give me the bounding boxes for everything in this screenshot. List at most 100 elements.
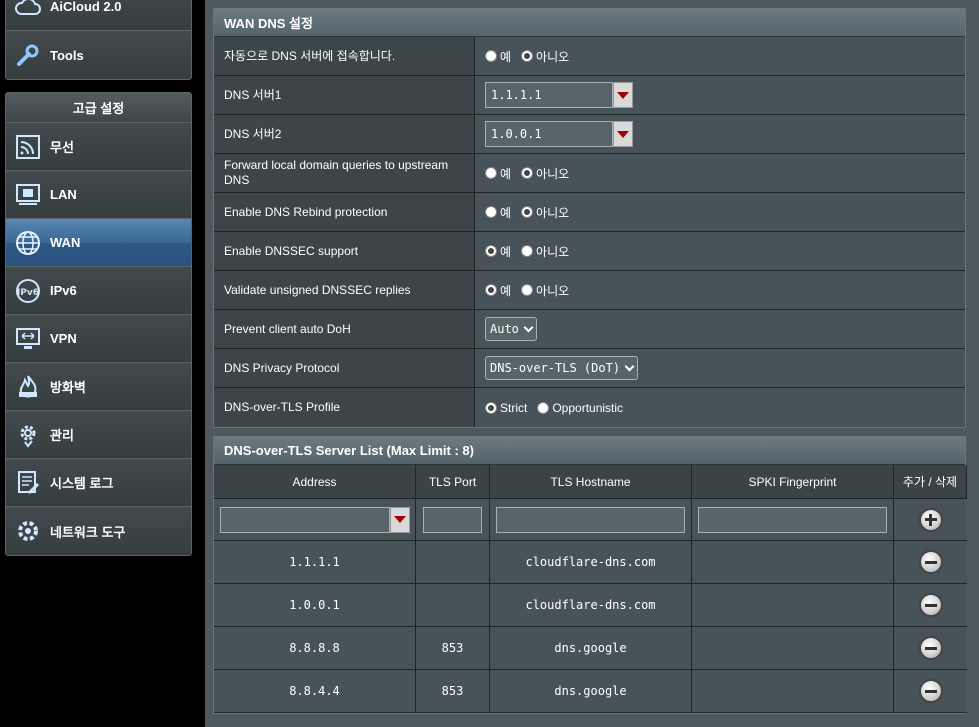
dnssec-no-radio[interactable]: 아니오 <box>521 243 569 260</box>
radio-dot <box>485 206 497 218</box>
lan-icon <box>14 181 42 209</box>
sidebar-item-firewall[interactable]: 방화벽 <box>6 363 191 411</box>
server-list-table: Address TLS Port TLS Hostname SPKI Finge… <box>214 465 967 713</box>
dns-server2-combo[interactable]: 1.0.0.1 <box>485 121 633 147</box>
dot-profile-opportunistic-radio[interactable]: Opportunistic <box>537 401 623 415</box>
dnssec-yes-radio[interactable]: 예 <box>485 243 511 260</box>
add-server-button[interactable] <box>918 507 943 532</box>
minus-icon <box>924 603 937 607</box>
sidebar-item-tools[interactable]: Tools <box>6 31 191 79</box>
row-label: 자동으로 DNS 서버에 접속합니다. <box>214 37 475 75</box>
port-cell: 853 <box>416 627 490 670</box>
validate-unsigned-no-radio[interactable]: 아니오 <box>521 282 569 299</box>
dns-server1-row: DNS 서버1 1.1.1.1 <box>214 76 965 115</box>
triangle-down-icon <box>393 516 406 523</box>
minus-icon <box>924 560 937 564</box>
svg-text:IPv6: IPv6 <box>17 288 39 298</box>
sidebar-item-network-tools[interactable]: 네트워크 도구 <box>6 507 191 555</box>
new-address-combo[interactable] <box>219 506 410 533</box>
select-value: Auto <box>490 322 519 336</box>
radio-label: 예 <box>500 244 512 259</box>
dot-profile-row: DNS-over-TLS Profile Strict Opportunisti… <box>214 388 965 427</box>
hostname-cell: cloudflare-dns.com <box>490 541 692 584</box>
new-tls-hostname-input[interactable] <box>496 506 685 533</box>
dnssec-row: Enable DNSSEC support 예 아니오 <box>214 232 965 271</box>
add-cell <box>894 499 967 541</box>
column-header-tls-port: TLS Port <box>416 465 490 499</box>
delete-server-button[interactable] <box>918 679 943 703</box>
radio-dot <box>521 206 534 218</box>
delete-cell <box>894 670 967 713</box>
dns-server2-input[interactable]: 1.0.0.1 <box>485 121 613 147</box>
privacy-protocol-select[interactable]: DNS-over-TLS (DoT) <box>485 356 639 380</box>
sidebar-item-wan[interactable]: WAN <box>6 219 191 267</box>
radio-dot <box>537 401 550 414</box>
address-cell: 1.1.1.1 <box>214 541 416 584</box>
rebind-row: Enable DNS Rebind protection 예 아니오 <box>214 193 965 232</box>
rebind-yes-radio[interactable]: 예 <box>485 204 511 221</box>
delete-cell <box>894 541 967 584</box>
network-tools-icon <box>14 517 42 545</box>
spki-cell <box>692 584 894 627</box>
hostname-cell: dns.google <box>490 670 692 713</box>
new-spki-fingerprint-input[interactable] <box>698 506 887 533</box>
validate-unsigned-row: Validate unsigned DNSSEC replies 예 아니오 <box>214 271 965 310</box>
new-tls-port-input[interactable] <box>423 506 482 533</box>
select-value: DNS-over-TLS (DoT) <box>490 361 621 375</box>
dns-server2-dropdown-button[interactable] <box>613 121 633 147</box>
auto-dns-no-radio[interactable]: 아니오 <box>521 48 569 65</box>
new-address-input[interactable] <box>219 506 390 533</box>
new-address-dropdown-button[interactable] <box>389 506 410 533</box>
radio-label: 아니오 <box>536 205 570 220</box>
row-label: Forward local domain queries to upstream… <box>214 154 475 192</box>
card-title: DNS-over-TLS Server List (Max Limit : 8) <box>214 437 965 465</box>
sidebar-item-aicloud[interactable]: AiCloud 2.0 <box>6 0 191 31</box>
auto-dns-yes-radio[interactable]: 예 <box>485 48 511 65</box>
delete-server-button[interactable] <box>918 593 943 617</box>
privacy-protocol-row: DNS Privacy Protocol DNS-over-TLS (DoT) <box>214 349 965 388</box>
chevron-down-icon <box>523 322 534 332</box>
dns-server1-combo[interactable]: 1.1.1.1 <box>485 82 633 108</box>
sidebar-item-label: 네트워크 도구 <box>50 524 126 540</box>
rebind-no-radio[interactable]: 아니오 <box>521 204 569 221</box>
radio-label: 예 <box>500 49 512 64</box>
spki-cell <box>692 541 894 584</box>
radio-label: Opportunistic <box>552 400 624 415</box>
forward-local-no-radio[interactable]: 아니오 <box>521 165 569 182</box>
wan-dns-settings-card: WAN DNS 설정 자동으로 DNS 서버에 접속합니다. 예 아니오 DNS… <box>213 8 966 428</box>
dot-profile-strict-radio[interactable]: Strict <box>485 401 527 415</box>
sidebar-item-label: Tools <box>50 47 84 63</box>
forward-local-yes-radio[interactable]: 예 <box>485 165 511 182</box>
delete-server-button[interactable] <box>918 550 943 574</box>
port-cell <box>416 584 490 627</box>
radio-label: 예 <box>500 166 512 181</box>
radio-dot <box>485 50 497 62</box>
radio-label: 예 <box>500 283 512 298</box>
sidebar-item-label: VPN <box>50 331 77 346</box>
vpn-icon <box>14 325 42 353</box>
sidebar-item-ipv6[interactable]: IPv6 IPv6 <box>6 267 191 315</box>
sidebar-item-vpn[interactable]: VPN <box>6 315 191 363</box>
delete-server-button[interactable] <box>918 636 943 660</box>
minus-icon <box>924 689 937 693</box>
row-label: DNS-over-TLS Profile <box>214 388 475 427</box>
sidebar-item-lan[interactable]: LAN <box>6 171 191 219</box>
row-label: DNS 서버1 <box>214 76 475 114</box>
sidebar-item-admin[interactable]: 관리 <box>6 411 191 459</box>
validate-unsigned-yes-radio[interactable]: 예 <box>485 282 511 299</box>
dns-server1-input[interactable]: 1.1.1.1 <box>485 82 613 108</box>
radio-label: 아니오 <box>536 244 570 259</box>
dns-server1-dropdown-button[interactable] <box>613 82 633 108</box>
sidebar-item-system-log[interactable]: 시스템 로그 <box>6 459 191 507</box>
wireless-icon <box>14 133 42 161</box>
minus-icon <box>924 646 937 650</box>
row-label: Enable DNS Rebind protection <box>214 193 475 231</box>
sidebar-advanced-menu: 고급 설정 무선 LAN WAN IPv6 IPv6 VPN 방화벽 관리 시스… <box>5 92 192 556</box>
client-doh-select[interactable]: Auto <box>485 317 537 341</box>
column-header-add-delete: 추가 / 삭제 <box>894 465 967 499</box>
delete-cell <box>894 584 967 627</box>
delete-cell <box>894 627 967 670</box>
sidebar-item-wireless[interactable]: 무선 <box>6 123 191 171</box>
triangle-down-icon <box>617 91 629 99</box>
column-header-spki-fingerprint: SPKI Fingerprint <box>692 465 894 499</box>
